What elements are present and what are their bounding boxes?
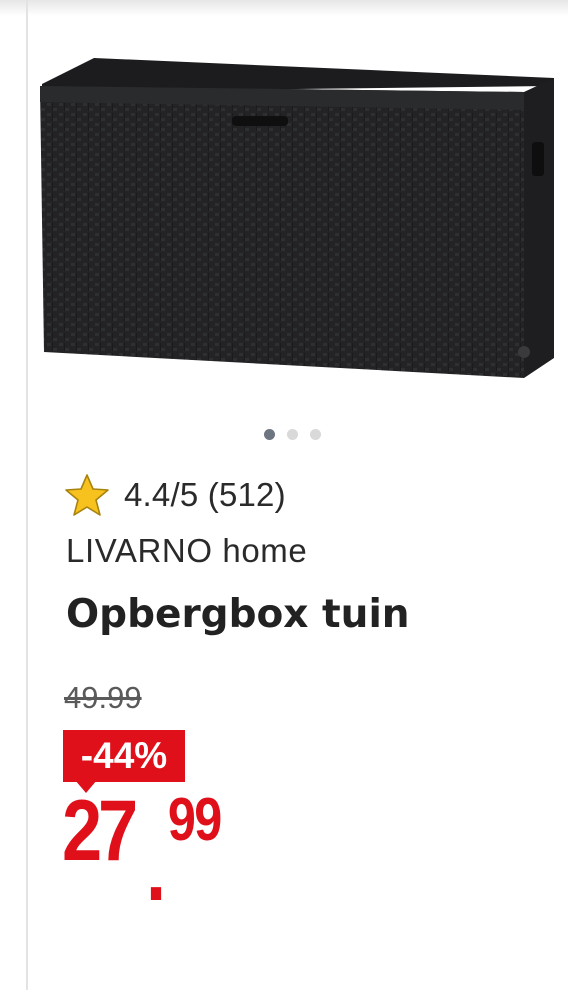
storage-box-image: [40, 58, 554, 378]
star-icon: [65, 474, 109, 516]
price-separator: .: [146, 823, 167, 919]
old-price: 49.99: [64, 680, 142, 715]
discount-badge: -44%: [63, 730, 185, 782]
carousel-dot-2[interactable]: [287, 428, 298, 440]
rating[interactable]: 4.4/5 (512): [64, 472, 286, 518]
carousel-dot-1[interactable]: [264, 428, 275, 440]
carousel-dot-3[interactable]: [310, 428, 321, 440]
price-integer: 27: [62, 783, 138, 879]
carousel-dots[interactable]: [264, 428, 321, 440]
top-shadow: [0, 0, 568, 16]
brand-name: LIVARNO home: [66, 532, 308, 569]
left-divider: [26, 0, 28, 990]
rating-text: 4.4/5 (512): [124, 476, 286, 513]
product-title[interactable]: Opbergbox tuin: [66, 592, 410, 637]
product-card[interactable]: 4.4/5 (512) LIVARNO home Opbergbox tuin …: [0, 0, 568, 990]
price-decimal: 99: [167, 786, 222, 853]
product-image[interactable]: [34, 52, 562, 390]
